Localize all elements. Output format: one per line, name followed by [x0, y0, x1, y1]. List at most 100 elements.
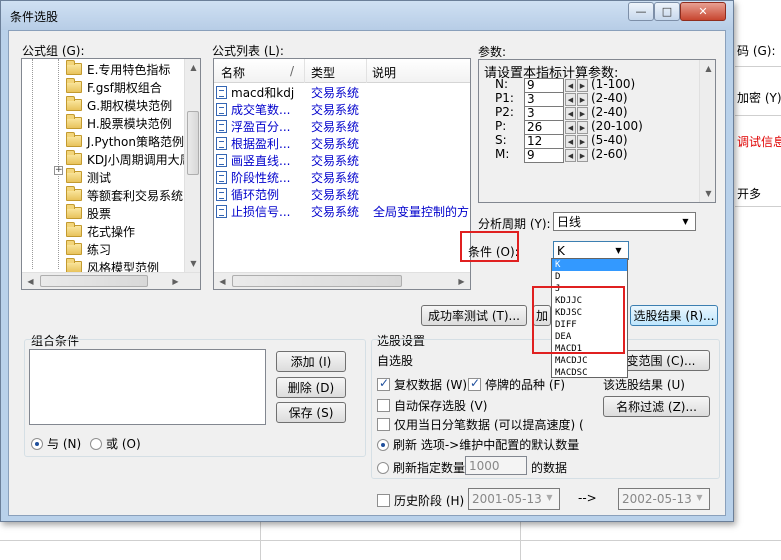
tree-horizontal-scrollbar[interactable]: ◀ ▶ — [22, 272, 200, 289]
scroll-right-icon[interactable]: ▶ — [453, 273, 470, 289]
tree-expand-icon[interactable]: + — [54, 166, 63, 175]
decrement-icon[interactable]: ◀ — [565, 79, 576, 92]
param-spinner[interactable]: 26 ◀ ▶ — [524, 120, 588, 135]
column-name[interactable]: 名称 — [221, 64, 245, 81]
column-type[interactable]: 类型 — [311, 64, 335, 81]
tree-item[interactable]: F.gsf期权组合 — [66, 78, 162, 96]
add-button[interactable]: 添加 (I) — [276, 351, 346, 372]
condition-option[interactable]: D — [552, 271, 627, 283]
decrement-icon[interactable]: ◀ — [565, 93, 576, 106]
decrement-icon[interactable]: ◀ — [565, 107, 576, 120]
list-item[interactable]: 浮盈百分... 交易系统 — [216, 118, 470, 135]
param-value-input[interactable]: 12 — [524, 134, 564, 149]
tree-item[interactable]: 等额套利交易系统 — [66, 186, 183, 204]
scroll-thumb[interactable] — [232, 275, 402, 287]
condition-option[interactable]: MACDSC — [552, 367, 627, 379]
param-spinner[interactable]: 9 ◀ ▶ — [524, 78, 588, 93]
scroll-up-icon[interactable]: ▲ — [700, 60, 715, 77]
tree-item[interactable]: 股票 — [66, 204, 111, 222]
chevron-down-icon[interactable]: ▼ — [542, 490, 557, 505]
period-select[interactable]: 日线 ▼ — [553, 212, 696, 231]
checkbox-icon[interactable] — [377, 376, 390, 391]
increment-icon[interactable]: ▶ — [577, 135, 588, 148]
increment-icon[interactable]: ▶ — [577, 79, 588, 92]
formula-list[interactable]: 名称 / 类型 说明 macd和kdj 交易系统 成交笔数... 交易系统 浮盈百分..… — [213, 58, 471, 290]
delete-button[interactable]: 删除 (D) — [276, 377, 346, 398]
scroll-thumb[interactable] — [40, 275, 148, 287]
refresh-default-radio[interactable]: 刷新 选项->维护中配置的默认数量 — [377, 436, 579, 453]
scroll-up-icon[interactable]: ▲ — [185, 59, 200, 76]
history-checkbox[interactable]: 历史阶段 (H) — [377, 492, 464, 509]
checkbox-icon[interactable] — [468, 376, 481, 391]
decrement-icon[interactable]: ◀ — [565, 149, 576, 162]
param-value-input[interactable]: 3 — [524, 92, 564, 107]
tree-item[interactable]: 练习 — [66, 240, 111, 258]
radio-icon[interactable] — [377, 462, 389, 474]
tree-vertical-scrollbar[interactable]: ▲ ▼ — [184, 59, 200, 272]
chevron-down-icon[interactable]: ▼ — [678, 214, 693, 229]
increment-icon[interactable]: ▶ — [577, 149, 588, 162]
list-horizontal-scrollbar[interactable]: ◀ ▶ — [214, 272, 470, 289]
scroll-down-icon[interactable]: ▼ — [700, 185, 715, 202]
param-value-input[interactable]: 3 — [524, 106, 564, 121]
scroll-left-icon[interactable]: ◀ — [214, 273, 231, 289]
auto-save-checkbox[interactable]: 自动保存选股 (V) — [377, 397, 487, 414]
param-value-input[interactable]: 26 — [524, 120, 564, 135]
decrement-icon[interactable]: ◀ — [565, 135, 576, 148]
and-radio[interactable]: 与 (N) — [31, 435, 81, 452]
tree-item[interactable]: H.股票模块范例 — [66, 114, 172, 132]
formula-group-tree[interactable]: + E.专用特色指标 F.gsf期权组合 G.期权模块范例 H.股票模块范例 J.Pyt… — [21, 58, 201, 290]
param-value-input[interactable]: 9 — [524, 148, 564, 163]
increment-icon[interactable]: ▶ — [577, 121, 588, 134]
scroll-right-icon[interactable]: ▶ — [167, 273, 184, 289]
tree-item[interactable]: 花式操作 — [66, 222, 135, 240]
minimize-button[interactable]: — — [628, 2, 654, 21]
radio-icon[interactable] — [31, 438, 43, 450]
tree-item[interactable]: 测试 — [66, 168, 111, 186]
param-spinner[interactable]: 3 ◀ ▶ — [524, 106, 588, 121]
condition-option[interactable]: K — [552, 259, 627, 271]
params-scrollbar[interactable]: ▲ ▼ — [699, 60, 715, 202]
scroll-thumb[interactable] — [187, 111, 199, 175]
list-item[interactable]: 成交笔数... 交易系统 — [216, 101, 470, 118]
checkbox-icon[interactable] — [377, 494, 390, 507]
intraday-checkbox[interactable]: 仅用当日分笔数据 (可以提高速度) ( — [377, 416, 584, 433]
list-item[interactable]: 阶段性统... 交易系统 — [216, 169, 470, 186]
select-result-button[interactable]: 选股结果 (R)... — [630, 305, 718, 326]
history-end-date[interactable]: 2002-05-13 ▼ — [618, 488, 710, 510]
close-button[interactable]: ✕ — [680, 2, 726, 21]
checkbox-icon[interactable] — [377, 399, 390, 412]
or-radio[interactable]: 或 (O) — [90, 435, 141, 452]
param-spinner[interactable]: 9 ◀ ▶ — [524, 148, 588, 163]
save-button[interactable]: 保存 (S) — [276, 402, 346, 423]
checkbox-icon[interactable] — [377, 418, 390, 431]
combo-conditions-list[interactable] — [29, 349, 266, 425]
list-item[interactable]: 画竖直线... 交易系统 — [216, 152, 470, 169]
column-desc[interactable]: 说明 — [372, 64, 396, 81]
list-item[interactable]: macd和kdj 交易系统 — [216, 84, 470, 101]
radio-icon[interactable] — [90, 438, 102, 450]
tree-item[interactable]: KDJ小周期调用大周 — [66, 150, 192, 168]
maximize-button[interactable]: □ — [654, 2, 680, 21]
param-spinner[interactable]: 12 ◀ ▶ — [524, 134, 588, 149]
tree-item[interactable]: J.Python策略范例 — [66, 132, 184, 150]
chevron-down-icon[interactable]: ▼ — [692, 490, 707, 505]
chevron-down-icon[interactable]: ▼ — [611, 243, 626, 258]
list-item[interactable]: 止损信号... 交易系统 全局变量控制的方: — [216, 203, 470, 220]
condition-option[interactable]: MACDJC — [552, 355, 627, 367]
list-item[interactable]: 根据盈利... 交易系统 — [216, 135, 470, 152]
tree-item[interactable]: E.专用特色指标 — [66, 60, 170, 78]
refresh-count-input[interactable]: 1000 — [465, 456, 527, 475]
increment-icon[interactable]: ▶ — [577, 107, 588, 120]
suspended-checkbox[interactable]: 停牌的品种 (F) — [468, 376, 565, 393]
param-value-input[interactable]: 9 — [524, 78, 564, 93]
increment-icon[interactable]: ▶ — [577, 93, 588, 106]
success-rate-test-button[interactable]: 成功率测试 (T)... — [421, 305, 527, 326]
decrement-icon[interactable]: ◀ — [565, 121, 576, 134]
name-filter-button[interactable]: 名称过滤 (Z)... — [603, 396, 710, 417]
refresh-count-radio[interactable]: 刷新指定数量 — [377, 459, 465, 476]
list-item[interactable]: 循环范例 交易系统 — [216, 186, 470, 203]
adjust-data-checkbox[interactable]: 复权数据 (W) — [377, 376, 467, 393]
param-spinner[interactable]: 3 ◀ ▶ — [524, 92, 588, 107]
scroll-down-icon[interactable]: ▼ — [185, 255, 200, 272]
